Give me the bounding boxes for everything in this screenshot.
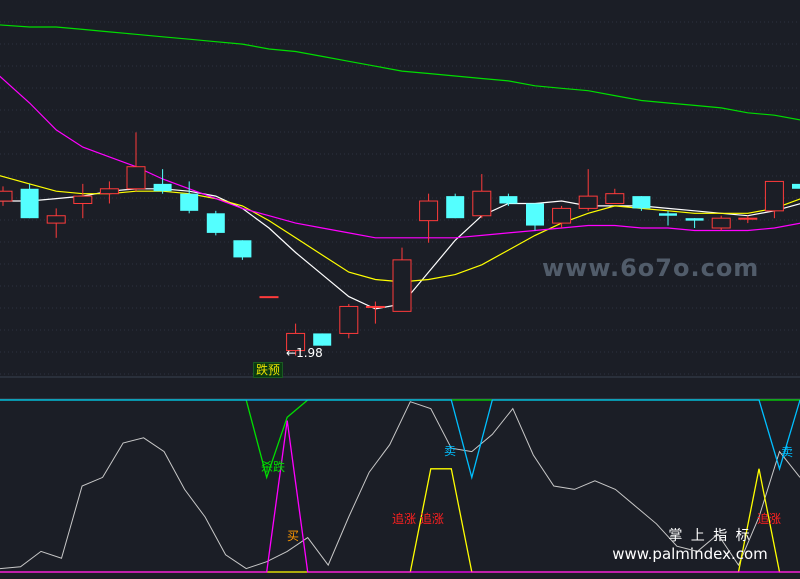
candle-body xyxy=(126,166,146,190)
annot-mai-1: 卖 xyxy=(444,444,457,458)
candle-body xyxy=(99,188,119,195)
candle-body xyxy=(526,203,544,226)
warning-badge: 跌预 xyxy=(253,362,284,378)
candle-body xyxy=(632,196,651,209)
low-value-label: 1.98 xyxy=(296,346,323,360)
candle-body xyxy=(259,296,279,299)
indicator-line-1 xyxy=(0,399,800,480)
low-arrow: ← xyxy=(286,346,297,360)
candle-body xyxy=(552,207,572,224)
watermark-6o7o: www.6o7o.com xyxy=(542,254,760,282)
candle-body xyxy=(419,200,439,222)
candle-body xyxy=(605,193,625,204)
candle-body xyxy=(180,193,199,211)
annot-low-value: ←1.98 xyxy=(286,346,323,360)
candle-body xyxy=(792,183,800,189)
watermark-url: www.palmindex.com xyxy=(612,545,768,563)
candle-body xyxy=(578,195,598,209)
candle-body xyxy=(472,190,492,217)
candle-body xyxy=(392,259,412,312)
candle-body xyxy=(46,215,66,224)
candle-body xyxy=(153,183,172,192)
chart-stage: ←1.98 跌预 www.6o7o.com 杀跌 卖 卖 买 追涨 追涨 追涨 … xyxy=(0,0,800,579)
candle-body xyxy=(313,333,332,346)
candle-body xyxy=(233,240,252,258)
candle-body xyxy=(711,217,731,229)
candle-body xyxy=(206,213,225,233)
candle-body xyxy=(685,218,704,221)
candle-body xyxy=(446,196,465,219)
annot-buy: 买 xyxy=(287,529,300,543)
warning-label: 跌预 xyxy=(256,363,281,377)
candle-body xyxy=(659,213,677,216)
annot-zhuizhang-2: 追涨 xyxy=(757,512,782,526)
candle-body xyxy=(764,180,784,212)
watermark-palmindex: 掌 上 指 标 www.palmindex.com xyxy=(585,527,795,563)
annot-mai-2: 卖 xyxy=(781,445,794,459)
candle-body xyxy=(20,188,39,219)
candle-body xyxy=(339,305,359,334)
annot-shadie: 杀跌 xyxy=(261,460,286,474)
candle-body xyxy=(738,217,758,220)
candle-body xyxy=(365,305,385,308)
indicator-line-2 xyxy=(0,399,800,480)
annot-zhuizhang-1: 追涨 追涨 xyxy=(392,512,444,526)
candle-body xyxy=(499,196,518,204)
candle-body xyxy=(73,195,93,204)
price-chart-svg xyxy=(0,21,800,573)
candle-body xyxy=(0,190,13,202)
watermark-title: 掌 上 指 标 xyxy=(668,528,752,544)
ma-line-3 xyxy=(0,24,800,121)
